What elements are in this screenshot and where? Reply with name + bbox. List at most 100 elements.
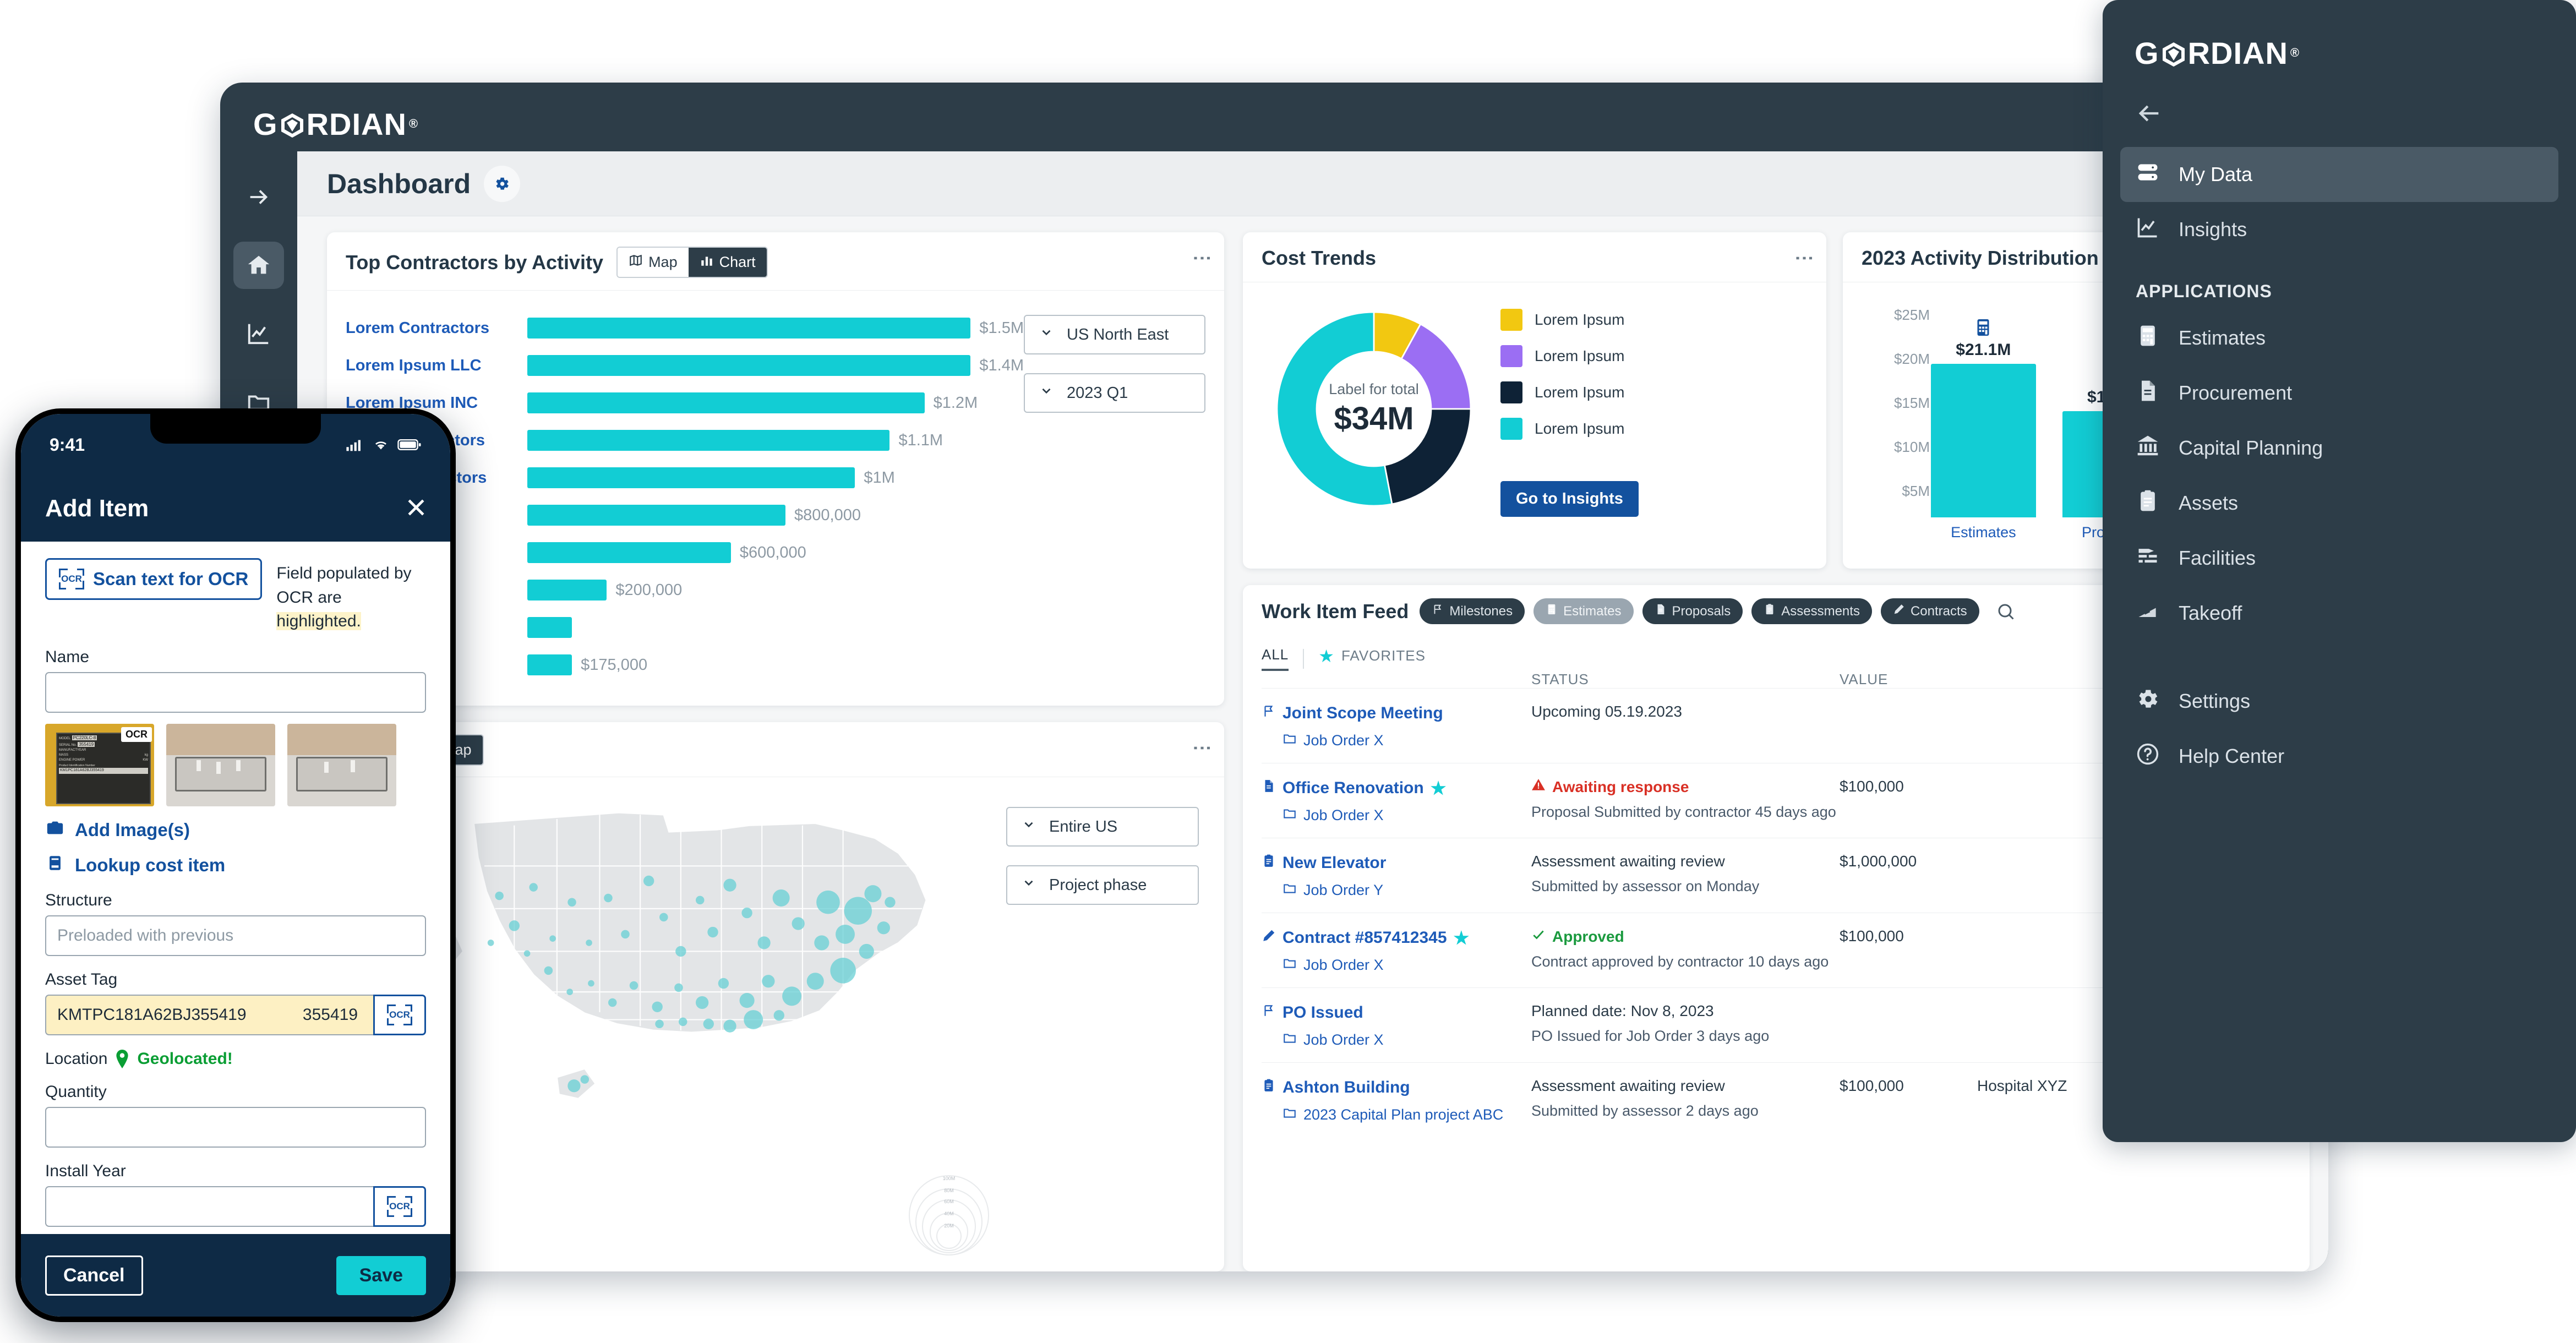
lookup-cost-item-label: Lookup cost item	[75, 855, 225, 876]
close-icon[interactable]	[404, 495, 428, 522]
nav-item-label: Settings	[2179, 690, 2250, 713]
feed-item-title-text: PO Issued	[1282, 1003, 1363, 1022]
feed-item-detail: Submitted by assessor 2 days ago	[1531, 1102, 1840, 1120]
cancel-button[interactable]: Cancel	[45, 1255, 143, 1296]
save-button[interactable]: Save	[336, 1256, 426, 1295]
bar-fill	[527, 542, 731, 563]
feed-item-title[interactable]: New Elevator	[1262, 853, 1531, 874]
nav-item-estimates[interactable]: Estimates	[2120, 310, 2558, 365]
y-axis-tick: $25M	[1894, 307, 1930, 324]
feed-item-detail: Submitted by assessor on Monday	[1531, 878, 1840, 895]
feed-row-status: Upcoming 05.19.2023	[1531, 703, 1840, 750]
feed-item-title[interactable]: Contract #857412345 ★	[1262, 927, 1531, 948]
toggle-map-button[interactable]: Map	[618, 248, 689, 277]
nav-item-help-center[interactable]: Help Center	[2120, 729, 2558, 784]
feed-item-title[interactable]: Joint Scope Meeting	[1262, 703, 1531, 724]
go-to-insights-button[interactable]: Go to Insights	[1500, 481, 1639, 517]
thumbnail-site-photo-2[interactable]	[287, 724, 396, 806]
map-phase-filter-dropdown[interactable]: Project phase	[1006, 865, 1199, 905]
feed-pill-milestones[interactable]: Milestones	[1420, 598, 1525, 624]
feed-item-detail: Proposal Submitted by contractor 45 days…	[1531, 804, 1840, 821]
feed-item-value: $100,000	[1840, 1077, 1977, 1124]
document-icon	[2136, 379, 2160, 408]
nav-item-facilities[interactable]: Facilities	[2120, 531, 2558, 586]
project-map-card: List Map ⋮	[327, 722, 1224, 1271]
name-field[interactable]	[45, 672, 426, 713]
quantity-field[interactable]	[45, 1107, 426, 1148]
contractors-card-menu-icon[interactable]: ⋮	[1197, 249, 1208, 267]
feed-pill-assessments[interactable]: Assessments	[1751, 598, 1872, 624]
nav-item-assets[interactable]: Assets	[2120, 476, 2558, 531]
nav-item-settings[interactable]: Settings	[2120, 674, 2558, 729]
feed-item-subtitle[interactable]: Job Order X	[1262, 806, 1531, 825]
scan-ocr-label: Scan text for OCR	[93, 569, 248, 589]
nav-item-label: Takeoff	[2179, 602, 2242, 625]
nav-item-procurement[interactable]: Procurement	[2120, 365, 2558, 421]
nav-back-arrow-icon[interactable]	[2103, 79, 2576, 130]
add-images-link[interactable]: Add Image(s)	[45, 818, 426, 842]
dashboard-settings-gear-icon[interactable]	[484, 166, 520, 202]
feed-item-title[interactable]: PO Issued	[1262, 1002, 1531, 1023]
nav-application-items: EstimatesProcurementCapital PlanningAsse…	[2103, 310, 2576, 641]
feed-item-title[interactable]: Ashton Building	[1262, 1077, 1531, 1098]
feed-search-icon[interactable]	[1996, 602, 2016, 621]
feed-tab-all[interactable]: ALL	[1262, 646, 1289, 671]
feed-item-subtitle[interactable]: Job Order X	[1262, 731, 1531, 750]
us-map[interactable]	[393, 783, 998, 1135]
lookup-cost-item-link[interactable]: Lookup cost item	[45, 854, 426, 877]
feed-item-title[interactable]: Office Renovation ★	[1262, 778, 1531, 799]
install-year-ocr-button[interactable]: OCR	[373, 1186, 426, 1227]
feed-item-subtitle[interactable]: 2023 Capital Plan project ABC	[1262, 1106, 1531, 1124]
contractors-view-toggle[interactable]: Map Chart	[616, 247, 768, 278]
ocr-row: OCR Scan text for OCR Field populated by…	[45, 558, 426, 634]
nav-item-my-data[interactable]: My Data	[2120, 147, 2558, 202]
map-body[interactable]: Entire US Project phase	[327, 777, 1224, 1271]
legend-label: Lorem Ipsum	[1535, 311, 1624, 329]
cost-trends-menu-icon[interactable]: ⋮	[1799, 249, 1810, 267]
feed-item-subtitle[interactable]: Job Order X	[1262, 1031, 1531, 1049]
favorite-star-icon[interactable]: ★	[1454, 929, 1470, 947]
asset-tag-field[interactable]: KMTPC181A62BJ355419 355419	[45, 995, 373, 1035]
rail-chart-line-icon[interactable]	[233, 310, 284, 357]
pill-label: Assessments	[1781, 604, 1860, 619]
scan-text-for-ocr-button[interactable]: OCR Scan text for OCR	[45, 558, 262, 600]
favorite-star-icon[interactable]: ★	[1431, 779, 1447, 797]
feed-pill-estimates[interactable]: Estimates	[1533, 598, 1633, 624]
nav-item-capital-planning[interactable]: Capital Planning	[2120, 421, 2558, 476]
thumbnail-machine-plate[interactable]: MODEL PC220LC-8 SERIAL No. 355419 MANUFA…	[45, 724, 154, 806]
install-year-field[interactable]	[45, 1186, 373, 1227]
feed-item-subtitle[interactable]: Job Order X	[1262, 956, 1531, 974]
book-icon	[45, 854, 65, 877]
feed-tab-favorites[interactable]: ★ FAVORITES	[1318, 647, 1426, 670]
nav-section-label: APPLICATIONS	[2103, 257, 2576, 310]
feed-item-subtitle[interactable]: Job Order Y	[1262, 881, 1531, 899]
map-card-menu-icon[interactable]: ⋮	[1197, 739, 1208, 757]
nav-item-takeoff[interactable]: Takeoff	[2120, 586, 2558, 641]
feed-row-main: Ashton Building 2023 Capital Plan projec…	[1262, 1077, 1531, 1124]
chevron-down-icon	[1039, 325, 1054, 344]
thumbnail-site-photo-1[interactable]	[166, 724, 275, 806]
structure-field[interactable]: Preloaded with previous	[45, 915, 426, 956]
nav-item-label: Help Center	[2179, 745, 2284, 768]
activity-bar[interactable]	[1931, 364, 2036, 517]
rail-home-icon[interactable]	[233, 242, 284, 289]
asset-tag-ocr-button[interactable]: OCR	[373, 995, 426, 1035]
install-year-field-label: Install Year	[45, 1162, 426, 1181]
map-region-filter-dropdown[interactable]: Entire US	[1006, 807, 1199, 847]
donut-total-caption: Label for total	[1311, 381, 1437, 398]
feed-pill-proposals[interactable]: Proposals	[1642, 598, 1743, 624]
nav-item-insights[interactable]: Insights	[2120, 202, 2558, 257]
feed-item-status-text: Upcoming 05.19.2023	[1531, 703, 1682, 720]
logo-text-rdian: RDIAN	[307, 106, 407, 142]
region-filter-dropdown[interactable]: US North East	[1024, 315, 1205, 354]
bar-value-label: $1M	[864, 469, 894, 487]
star-icon: ★	[1318, 647, 1335, 665]
feed-pill-contracts[interactable]: Contracts	[1881, 598, 1979, 624]
rail-expand-arrow-icon[interactable]	[233, 173, 284, 221]
feed-item-subtitle-text: Job Order X	[1303, 1031, 1384, 1049]
bar-value-label: $175,000	[581, 656, 647, 674]
period-filter-dropdown[interactable]: 2023 Q1	[1024, 373, 1205, 413]
feed-item-value: $100,000	[1840, 778, 1977, 825]
feed-tab-favorites-label: FAVORITES	[1341, 647, 1426, 664]
toggle-chart-button[interactable]: Chart	[689, 248, 767, 277]
